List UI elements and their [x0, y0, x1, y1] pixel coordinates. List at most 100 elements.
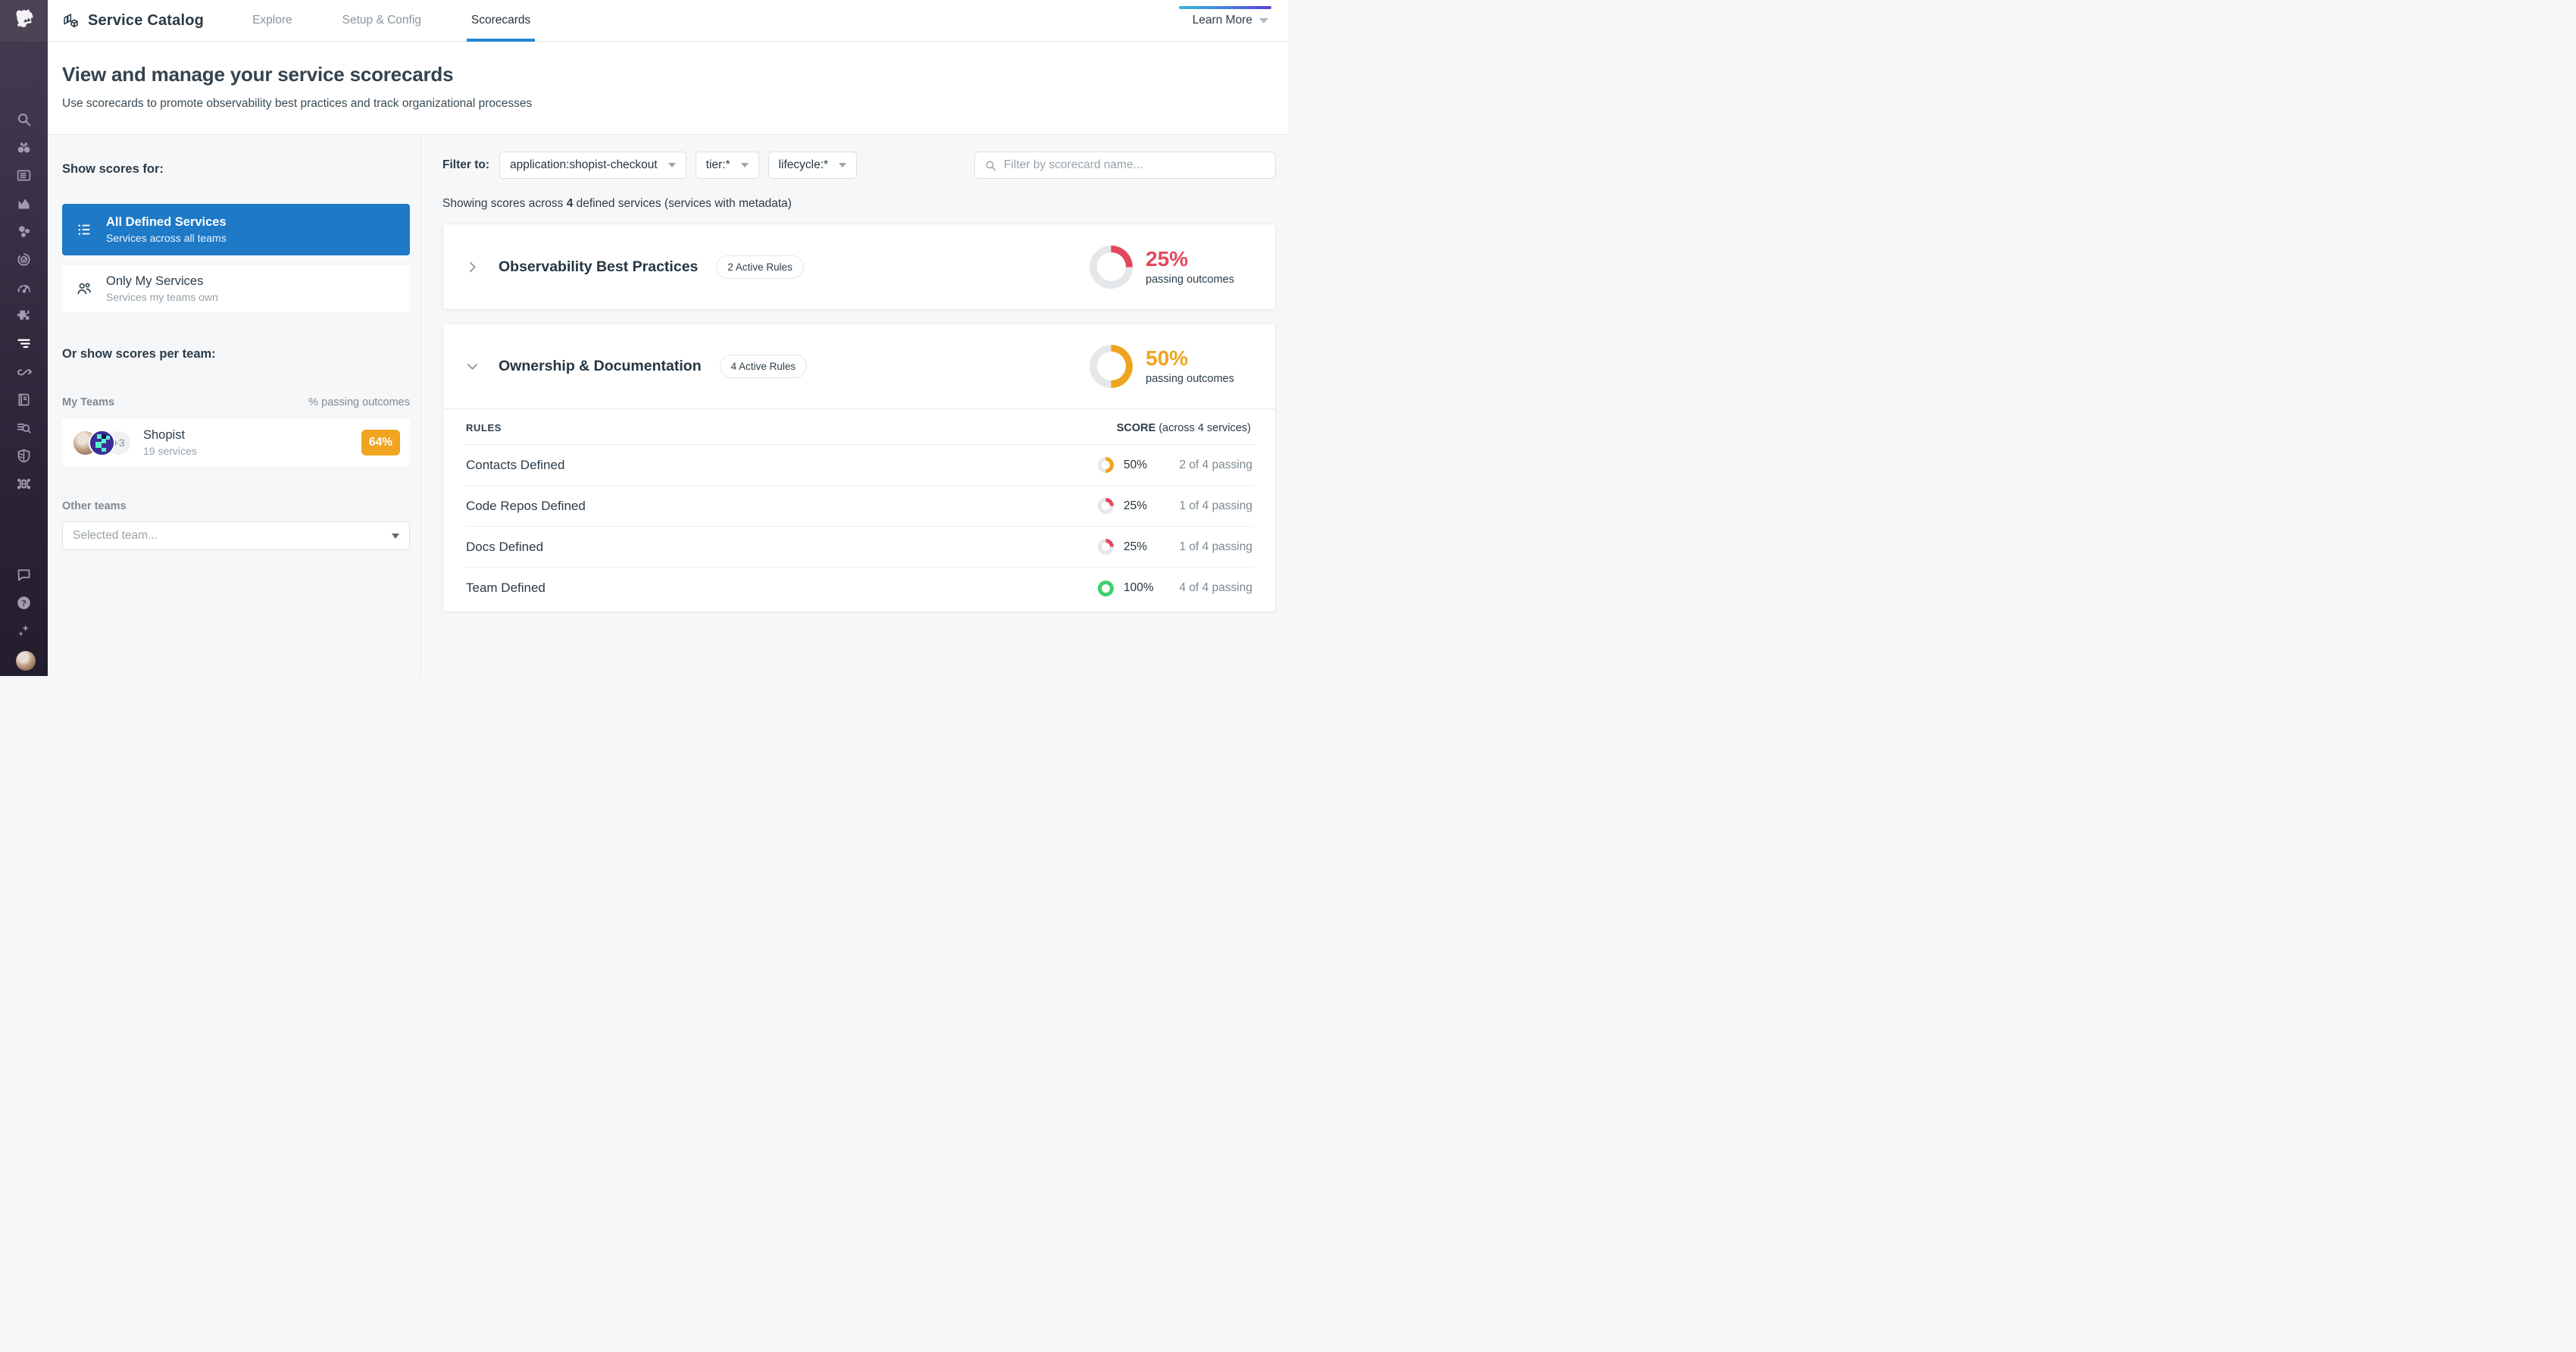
score-percent: 25%: [1146, 248, 1234, 271]
notebooks-icon[interactable]: [16, 392, 32, 408]
scorecard-header[interactable]: Observability Best Practices 2 Active Ru…: [443, 224, 1275, 309]
learn-more-wrap: Learn More: [1193, 0, 1268, 42]
rail-nav-bottom: ?: [16, 567, 32, 676]
page-title: View and manage your service scorecards: [62, 63, 1288, 86]
learn-more-button[interactable]: Learn More: [1193, 14, 1268, 27]
team-service-count: 19 services: [143, 445, 197, 457]
tab-explore[interactable]: Explore: [252, 0, 292, 42]
people-icon: [62, 280, 106, 297]
score-donut: [1089, 345, 1133, 388]
rule-passing-count: 1 of 4 passing: [1163, 499, 1252, 513]
integrations-puzzle-icon[interactable]: [16, 308, 32, 324]
rule-name: Contacts Defined: [466, 458, 564, 473]
rules-rows: Contacts Defined 50%2 of 4 passing Code Re…: [464, 445, 1254, 609]
network-globe-icon[interactable]: [16, 476, 32, 492]
mode-only-my-services[interactable]: Only My Services Services my teams own: [62, 265, 410, 312]
infrastructure-icon[interactable]: [16, 224, 32, 239]
chat-icon[interactable]: [16, 567, 32, 583]
chevron-down-icon: [1259, 18, 1268, 23]
app-window: ? Service Catalog Explore: [0, 0, 1288, 676]
services-summary: Showing scores across 4 defined services…: [442, 197, 1276, 211]
scorecard-title: Ownership & Documentation: [499, 358, 702, 375]
main-column: Service Catalog Explore Setup & Config S…: [48, 0, 1288, 676]
page-header: View and manage your service scorecards …: [48, 42, 1288, 135]
rule-name: Code Repos Defined: [466, 499, 586, 514]
rule-row[interactable]: Contacts Defined 50%2 of 4 passing: [464, 445, 1254, 486]
team-score-badge: 64%: [361, 430, 400, 455]
team-select-dropdown[interactable]: Selected team...: [62, 521, 410, 550]
filter-dropdown-tier[interactable]: tier:*: [696, 152, 759, 179]
chevron-down-icon: [741, 163, 749, 167]
app-title: Service Catalog: [88, 12, 204, 30]
rule-row[interactable]: Docs Defined25%1 of 4 passing: [464, 527, 1254, 568]
chevron-right-icon[interactable]: [466, 261, 479, 274]
scores-sidebar: Show scores for: All Defined Services Se…: [48, 135, 421, 676]
filter-dropdown-lifecycle[interactable]: lifecycle:*: [768, 152, 857, 179]
rule-score-percent: 50%: [1124, 458, 1163, 472]
binoculars-icon[interactable]: [16, 139, 32, 155]
rule-passing-count: 4 of 4 passing: [1163, 581, 1252, 595]
dashboards-icon[interactable]: [16, 167, 32, 183]
mode-title: All Defined Services: [106, 215, 227, 230]
user-avatar[interactable]: [16, 651, 32, 667]
rule-score-donut: [1098, 498, 1114, 514]
rule-passing-count: 2 of 4 passing: [1163, 458, 1252, 472]
rule-score-percent: 25%: [1124, 499, 1163, 513]
chevron-down-icon[interactable]: [466, 360, 479, 373]
rule-score-percent: 100%: [1124, 581, 1163, 595]
learn-more-label: Learn More: [1193, 14, 1252, 27]
scorecard-ownership: Ownership & Documentation 4 Active Rules…: [442, 323, 1276, 612]
rule-row[interactable]: Team Defined 100%4 of 4 passing: [464, 568, 1254, 609]
passing-outcomes-caption: % passing outcomes: [308, 396, 410, 408]
rail-nav-top: [16, 111, 32, 492]
mode-title: Only My Services: [106, 274, 218, 289]
sparkles-icon[interactable]: [16, 623, 32, 639]
filter-dropdown-application[interactable]: application:shopist-checkout: [499, 152, 686, 179]
score-percent: 50%: [1146, 347, 1234, 371]
rule-score-donut: [1098, 581, 1114, 596]
app-brand: Service Catalog: [62, 12, 204, 30]
apm-gauge-icon[interactable]: [16, 280, 32, 296]
nav-tabs: Explore Setup & Config Scorecards: [252, 0, 530, 42]
scorecard-header[interactable]: Ownership & Documentation 4 Active Rules…: [443, 324, 1275, 408]
chevron-down-icon: [392, 534, 399, 539]
search-icon[interactable]: [16, 111, 32, 127]
metrics-icon[interactable]: [16, 196, 32, 211]
mode-subtitle: Services my teams own: [106, 291, 218, 303]
page-subtitle: Use scorecards to promote observability …: [62, 97, 1288, 111]
score-column-header: SCORE (across 4 services): [1117, 422, 1252, 434]
chevron-down-icon: [668, 163, 676, 167]
rule-score: 25%1 of 4 passing: [1098, 539, 1252, 555]
help-icon[interactable]: ?: [16, 595, 32, 611]
pipelines-icon[interactable]: [16, 364, 32, 380]
team-row-shopist[interactable]: +3 Shopist 19 services 64%: [62, 419, 410, 466]
score-label: passing outcomes: [1146, 274, 1234, 286]
rules-table: RULES SCORE (across 4 services) Contacts…: [443, 409, 1275, 612]
svg-text:?: ?: [21, 599, 27, 608]
rule-row[interactable]: Code Repos Defined 25%1 of 4 passing: [464, 486, 1254, 527]
mode-all-defined-services[interactable]: All Defined Services Services across all…: [62, 204, 410, 255]
filter-row: Filter to: application:shopist-checkout …: [442, 152, 1276, 179]
trial-gradient-bar: [1179, 6, 1271, 9]
service-catalog-icon[interactable]: [16, 336, 32, 352]
user-avatar-image: [16, 651, 36, 671]
rule-score: 50%2 of 4 passing: [1098, 457, 1252, 473]
scorecard-score: 50% passing outcomes: [1089, 345, 1252, 388]
datadog-bits-icon: [9, 8, 39, 35]
rule-score-donut: [1098, 539, 1114, 555]
search-input[interactable]: [1004, 158, 1266, 172]
logs-icon[interactable]: [16, 420, 32, 436]
list-icon: [62, 221, 106, 238]
rules-column-header: RULES: [466, 422, 502, 433]
content-area: Show scores for: All Defined Services Se…: [48, 135, 1288, 676]
team-name: Shopist: [143, 428, 197, 443]
security-shield-icon[interactable]: [16, 448, 32, 464]
datadog-logo[interactable]: [0, 0, 48, 42]
score-donut: [1089, 246, 1133, 289]
tab-setup-config[interactable]: Setup & Config: [342, 0, 421, 42]
tab-scorecards[interactable]: Scorecards: [471, 0, 530, 42]
member-avatar: [89, 430, 115, 456]
per-team-heading: Or show scores per team:: [62, 347, 410, 361]
monitors-icon[interactable]: [16, 252, 32, 268]
rule-name: Team Defined: [466, 581, 546, 596]
